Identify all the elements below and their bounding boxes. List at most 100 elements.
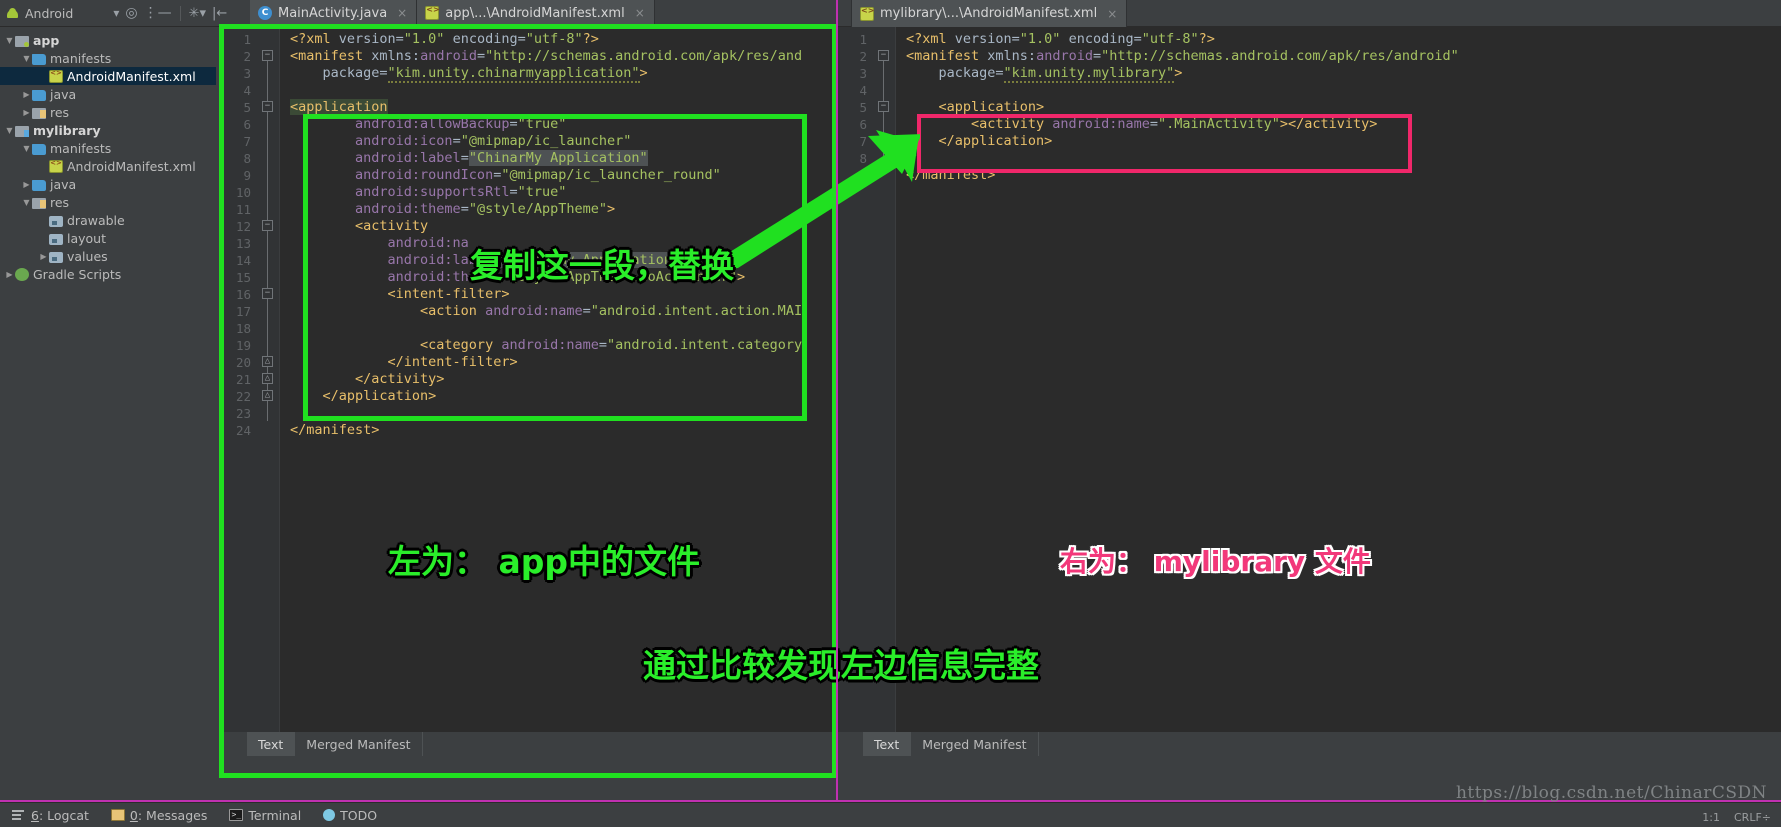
tree-item-label: java — [50, 86, 77, 102]
gutter-right: 1 2 3 4 5 6 7 8 − − — [838, 27, 896, 732]
status-terminal[interactable]: >_ Terminal — [229, 808, 301, 823]
res-folder-icon — [32, 107, 46, 119]
tree-item-gradle-scripts[interactable]: ▶ Gradle Scripts — [0, 265, 216, 283]
tree-item-label: app — [33, 32, 60, 48]
folder-icon — [32, 179, 46, 191]
fold-icon[interactable]: △ — [262, 390, 273, 401]
fold-icon[interactable]: − — [878, 101, 889, 112]
tree-item-drawable[interactable]: drawable — [0, 211, 216, 229]
tab-label: Merged Manifest — [306, 736, 411, 752]
chevron-right-icon[interactable]: ▶ — [21, 108, 32, 117]
tree-item-app[interactable]: ▼ app — [0, 31, 216, 49]
close-icon[interactable]: × — [635, 6, 645, 20]
status-label: TODO — [340, 807, 378, 823]
fold-icon[interactable]: − — [878, 50, 889, 61]
tree-item-label: res — [50, 104, 70, 120]
tab-app-androidmanifest[interactable]: app\...\AndroidManifest.xml × — [417, 0, 655, 26]
todo-icon — [323, 809, 336, 821]
collapse-all-icon[interactable]: ⋮— — [144, 6, 172, 20]
project-tree[interactable]: ▼app▼manifestsAndroidManifest.xml▶java▶r… — [0, 27, 216, 772]
annotation-left-is: 左为： app中的文件 — [388, 542, 701, 581]
ide-window: Android ▾ ◎ ⋮— ✳▾ |← C MainActivity.java… — [0, 0, 1781, 827]
tree-item-layout[interactable]: layout — [0, 229, 216, 247]
fold-icon[interactable]: △ — [262, 356, 273, 367]
xml-file-icon — [860, 6, 874, 21]
tree-item-manifests[interactable]: ▼ manifests — [0, 49, 216, 67]
tab-label: MainActivity.java — [278, 5, 388, 21]
library-module-icon — [15, 125, 29, 137]
editor-pane-left[interactable]: 1 2 3 4 5 6 7 8 9 10 11 12 13 14 15 16 1… — [222, 27, 834, 732]
tab-mylibrary-androidmanifest[interactable]: mylibrary\...\AndroidManifest.xml × — [851, 0, 1128, 27]
tree-item-java[interactable]: ▶ java — [0, 175, 216, 193]
java-class-icon: C — [258, 6, 272, 20]
close-icon[interactable]: × — [1107, 7, 1117, 21]
editor-tabstrip: C MainActivity.java × app\...\AndroidMan… — [250, 0, 1781, 27]
status-label: : Logcat — [38, 807, 89, 823]
res-folder-icon — [32, 197, 46, 209]
status-label: Terminal — [248, 807, 302, 823]
annotation-copy-replace: 复制这一段，替换 — [470, 246, 734, 285]
folder-icon — [32, 53, 46, 65]
logcat-icon — [12, 809, 26, 821]
code-content-left[interactable]: <?xml version="1.0" encoding="utf-8"?> <… — [280, 27, 834, 732]
fold-icon[interactable]: − — [262, 50, 273, 61]
chevron-down-icon[interactable]: ▼ — [4, 126, 15, 135]
xml-file-icon — [425, 5, 440, 20]
module-icon — [15, 35, 29, 47]
status-bar: 6: Logcat 0: Messages >_ Terminal TODO — [0, 802, 1781, 827]
android-icon — [6, 7, 19, 20]
tree-item-label: values — [67, 248, 108, 264]
settings-icon[interactable]: ✳▾ — [189, 7, 206, 20]
tree-item-res[interactable]: ▼ res — [0, 193, 216, 211]
fold-icon[interactable]: − — [262, 220, 273, 231]
chevron-right-icon[interactable]: ▶ — [21, 90, 32, 99]
tab-label: Text — [874, 736, 900, 752]
chevron-right-icon[interactable]: ▶ — [21, 180, 32, 189]
tab-text-left[interactable]: Text — [247, 732, 296, 756]
editor-pane-right[interactable]: 1 2 3 4 5 6 7 8 − − <?xml version="1.0" … — [838, 27, 1781, 732]
tab-text-right[interactable]: Text — [863, 732, 912, 756]
close-icon[interactable]: × — [397, 6, 407, 20]
tree-item-label: drawable — [67, 212, 125, 228]
gutter-left: 1 2 3 4 5 6 7 8 9 10 11 12 13 14 15 16 1… — [222, 27, 280, 732]
tree-item-label: layout — [67, 230, 107, 246]
chevron-right-icon[interactable]: ▶ — [38, 252, 49, 261]
tree-item-res[interactable]: ▶ res — [0, 103, 216, 121]
chevron-down-icon[interactable]: ▼ — [4, 36, 15, 45]
folder-icon — [32, 143, 46, 155]
fold-icon[interactable]: △ — [262, 373, 273, 384]
tree-item-label: res — [50, 194, 70, 210]
fold-icon[interactable]: − — [262, 288, 273, 299]
tab-label: mylibrary\...\AndroidManifest.xml — [880, 6, 1098, 21]
status-messages[interactable]: 0: Messages — [110, 808, 207, 823]
project-toolbar: Android ▾ ◎ ⋮— ✳▾ |← — [0, 0, 250, 27]
status-todo[interactable]: TODO — [323, 808, 377, 823]
tree-item-androidmanifest-xml[interactable]: AndroidManifest.xml — [0, 67, 216, 85]
code-content-right[interactable]: <?xml version="1.0" encoding="utf-8"?> <… — [896, 27, 1781, 732]
tab-merged-manifest-left[interactable]: Merged Manifest — [295, 732, 423, 756]
target-icon[interactable]: ◎ — [125, 6, 137, 20]
tree-item-java[interactable]: ▶ java — [0, 85, 216, 103]
chevron-right-icon[interactable]: ▶ — [4, 270, 15, 279]
tabstrip-filler — [655, 0, 1781, 26]
tab-merged-manifest-right[interactable]: Merged Manifest — [911, 732, 1039, 756]
chevron-down-icon[interactable]: ▼ — [21, 198, 32, 207]
chevron-down-icon[interactable]: ▼ — [21, 54, 32, 63]
chevron-down-icon[interactable]: ▾ — [113, 7, 119, 19]
tree-item-values[interactable]: ▶ values — [0, 247, 216, 265]
tree-item-androidmanifest-xml[interactable]: AndroidManifest.xml — [0, 157, 216, 175]
tab-mainactivity-java[interactable]: C MainActivity.java × — [250, 0, 418, 26]
status-bar-right: 1:1 CRLF÷ — [1702, 811, 1771, 824]
hide-icon[interactable]: |← — [212, 7, 227, 20]
xml-file-icon — [49, 159, 63, 173]
messages-icon — [110, 809, 125, 821]
tree-item-label: AndroidManifest.xml — [67, 68, 196, 84]
tree-item-manifests[interactable]: ▼ manifests — [0, 139, 216, 157]
tab-label: Text — [258, 736, 284, 752]
chevron-down-icon[interactable]: ▼ — [21, 144, 32, 153]
line-ending[interactable]: CRLF÷ — [1734, 811, 1771, 824]
status-logcat[interactable]: 6: Logcat — [12, 808, 89, 823]
tree-item-mylibrary[interactable]: ▼ mylibrary — [0, 121, 216, 139]
fold-icon[interactable]: − — [262, 101, 273, 112]
caret-position[interactable]: 1:1 — [1702, 811, 1720, 824]
